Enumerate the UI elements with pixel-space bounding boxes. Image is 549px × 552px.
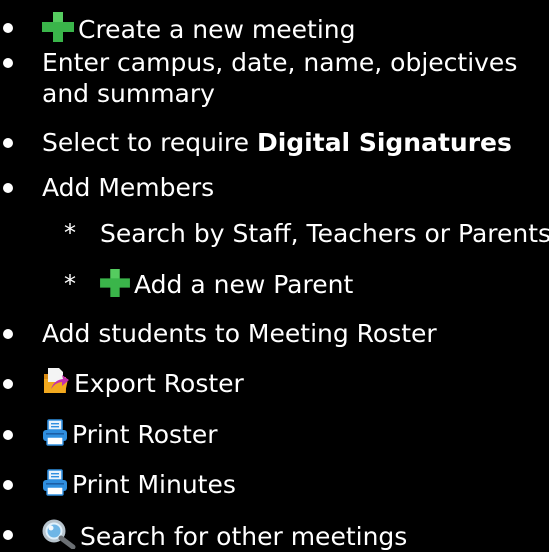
list-item-label: Select to require <box>42 128 257 157</box>
printer-icon <box>43 419 67 446</box>
bullet <box>3 183 13 193</box>
plus-icon <box>42 12 74 42</box>
bullet <box>3 480 13 490</box>
bullet <box>3 379 13 389</box>
bullet <box>3 430 13 440</box>
list-item-label: Add Members <box>42 173 215 202</box>
sub-item-marker: * <box>64 270 76 298</box>
list-item-label: Print Roster <box>72 420 218 449</box>
list-item-label: Print Minutes <box>72 470 236 499</box>
bullet <box>3 138 13 148</box>
sub-item-marker: * <box>64 219 76 247</box>
list-item-label: Add students to Meeting Roster <box>42 319 437 348</box>
bullet <box>3 530 13 540</box>
bullet <box>3 23 13 33</box>
bullet <box>3 329 13 339</box>
bullet <box>3 58 13 68</box>
list-item-bold-label: Digital Signatures <box>256 128 512 157</box>
printer-icon <box>43 469 67 496</box>
list-item-label: Search for other meetings <box>80 522 408 551</box>
magnifier-icon <box>42 519 76 549</box>
list-item-label: Add a new Parent <box>134 270 354 299</box>
plus-icon <box>100 269 130 297</box>
list-item-label: Search by Staff, Teachers or Parents <box>100 219 549 248</box>
list-item-label: Create a new meeting <box>78 15 356 44</box>
list-item-label: Export Roster <box>74 369 244 398</box>
list-item-label: Enter campus, date, name, objectives and… <box>42 48 518 108</box>
export-folder-icon <box>44 368 69 393</box>
